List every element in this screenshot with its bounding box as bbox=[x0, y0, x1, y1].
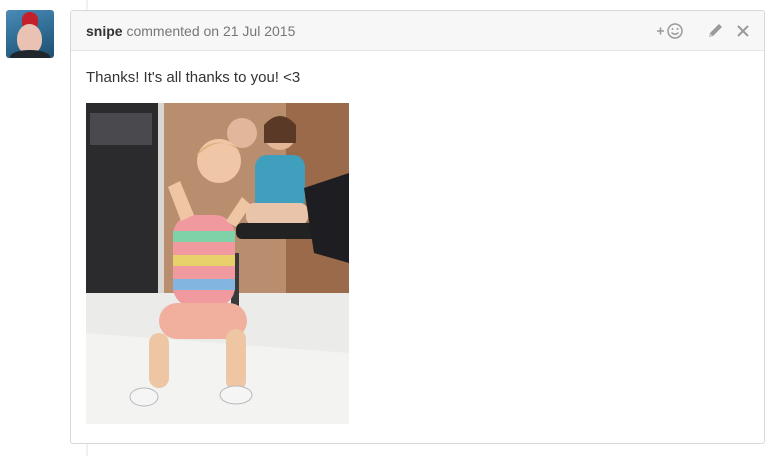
comment-text: Thanks! It's all thanks to you! <3 bbox=[86, 69, 301, 86]
comment-meta: snipe commented on 21 Jul 2015 bbox=[86, 23, 295, 39]
animated-gif-image[interactable] bbox=[86, 103, 349, 424]
add-reaction-icon[interactable] bbox=[656, 21, 686, 41]
pencil-icon[interactable] bbox=[706, 21, 724, 41]
dancing-child-illustration bbox=[86, 103, 349, 424]
close-icon[interactable] bbox=[736, 21, 750, 41]
comment-header: snipe commented on 21 Jul 2015 bbox=[71, 11, 764, 51]
comment-body: Thanks! It's all thanks to you! <3 bbox=[71, 51, 764, 424]
avatar[interactable] bbox=[6, 10, 54, 58]
comment-date[interactable]: 21 Jul 2015 bbox=[223, 23, 295, 39]
comment-box: snipe commented on 21 Jul 2015 Thanks! I… bbox=[70, 10, 765, 444]
avatar-shirt bbox=[10, 50, 50, 58]
comment-action-text: commented on bbox=[126, 23, 220, 39]
comment-author[interactable]: snipe bbox=[86, 23, 123, 39]
